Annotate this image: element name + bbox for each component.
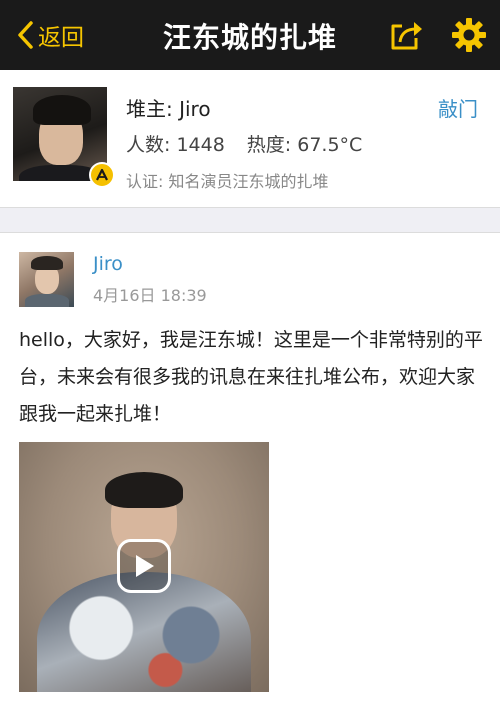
pile-stats: 人数: 1448 热度: 67.5°C <box>126 130 362 157</box>
back-button[interactable]: 返回 <box>16 15 84 55</box>
chevron-left-icon <box>18 21 33 49</box>
share-button[interactable] <box>388 18 424 52</box>
gear-icon <box>452 18 486 52</box>
post-body: hello，大家好，我是汪东城！这里是一个非常特别的平台，未来会有很多我的讯息在… <box>19 329 483 425</box>
heat-value: 热度: 67.5°C <box>246 134 363 156</box>
page-title: 汪东城的扎堆 <box>162 21 337 54</box>
certification-text: 认证: 知名演员汪东城的扎堆 <box>126 172 329 191</box>
pile-owner: 堆主: Jiro <box>126 97 211 121</box>
post-author[interactable]: Jiro <box>93 253 123 275</box>
play-button[interactable] <box>117 539 171 593</box>
knock-button[interactable]: 敲门 <box>438 93 478 122</box>
navigation-bar: 返回 汪东城的扎堆 <box>0 0 500 70</box>
back-label: 返回 <box>38 25 84 51</box>
section-divider <box>0 207 500 233</box>
member-count: 人数: 1448 <box>126 134 225 156</box>
settings-button[interactable] <box>450 16 488 54</box>
play-icon <box>136 555 154 577</box>
pile-info-header: 堆主: Jiro 敲门 人数: 1448 热度: 67.5°C 认证: 知名演员汪… <box>0 70 500 207</box>
author-avatar[interactable] <box>19 252 74 307</box>
verified-badge-icon <box>89 162 115 188</box>
share-icon <box>391 22 422 50</box>
post-timestamp: 4月16日 18:39 <box>93 286 207 305</box>
video-thumbnail[interactable] <box>19 442 269 692</box>
